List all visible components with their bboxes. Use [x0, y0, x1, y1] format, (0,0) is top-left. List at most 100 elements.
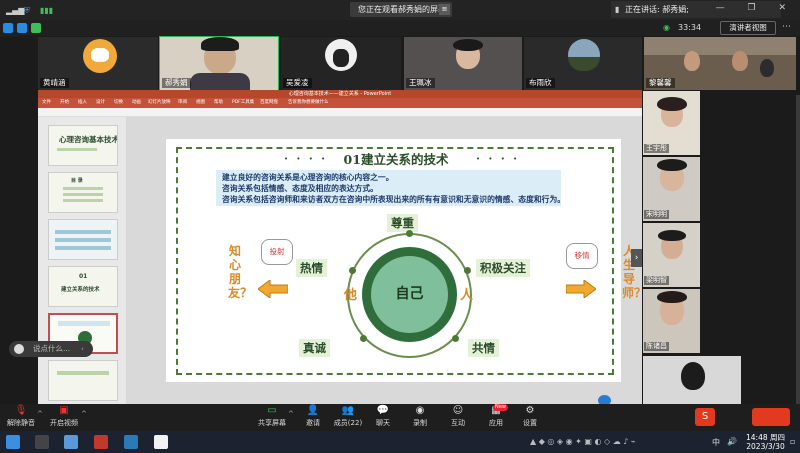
- participant-tile[interactable]: [643, 356, 741, 404]
- sogou-ime-icon[interactable]: S: [695, 408, 715, 426]
- info-box: 建立良好的咨询关系是心理咨询的核心内容之一。 咨询关系包括情感、态度及相应的表达…: [216, 170, 565, 206]
- ppt-title-bar: 心理咨询基本技术——建立关系 - PowerPoint: [38, 90, 642, 98]
- slide-thumbnail[interactable]: [48, 360, 118, 401]
- participant-tile[interactable]: 黎馨馨: [644, 37, 796, 90]
- ribbon-tab[interactable]: 视图: [196, 99, 205, 105]
- signal-icon[interactable]: [31, 23, 41, 33]
- room-wall: [644, 37, 796, 55]
- chevron-right-icon[interactable]: ›: [631, 249, 642, 267]
- ribbon-tab[interactable]: 百度网盘: [260, 99, 278, 105]
- thumb-line: [63, 199, 103, 202]
- participant-name: 梁明智: [644, 276, 669, 285]
- record-label: 录制: [413, 419, 427, 427]
- word-respect: 尊重: [387, 214, 418, 232]
- mic-icon: ▮: [615, 5, 620, 14]
- start-video-button[interactable]: ▣ 开启视频: [48, 405, 80, 428]
- window-controls[interactable]: — ❐ ✕: [716, 3, 796, 13]
- notification-icon[interactable]: ▫: [790, 437, 795, 446]
- avatar-figure: [333, 49, 349, 67]
- thumb-number: 01: [79, 273, 88, 280]
- apps-label: 应用: [489, 419, 503, 427]
- participant-tile[interactable]: 郝秀娟: [159, 36, 279, 91]
- bottom-toolbar: 🎙 解除静音 ^ ▣ 开启视频 ^ ▭ 共享屏幕 ^ 👤 邀请 👥 成员(22)…: [0, 404, 800, 431]
- menu-icon[interactable]: ≡: [439, 4, 450, 15]
- leave-button[interactable]: [752, 408, 790, 426]
- interact-label: 互动: [451, 419, 465, 427]
- shield-icon[interactable]: [17, 23, 27, 33]
- meeting-app-icon[interactable]: [124, 435, 138, 449]
- share-screen-button[interactable]: ▭ 共享屏幕: [257, 405, 287, 428]
- ribbon-tab[interactable]: 切换: [114, 99, 123, 105]
- ribbon-tab[interactable]: 文件: [42, 99, 51, 105]
- apps-button[interactable]: New ▦ 应用: [485, 404, 508, 428]
- photos-icon[interactable]: [154, 435, 168, 449]
- add-user-icon: 👤: [306, 405, 320, 416]
- unmute-button[interactable]: 🎙 解除静音: [6, 405, 36, 428]
- avatar-face: [91, 48, 109, 62]
- invite-button[interactable]: 👤 邀请: [302, 405, 324, 428]
- ribbon-tab[interactable]: PDF工具集: [232, 99, 254, 105]
- record-button[interactable]: ◉ 录制: [409, 405, 431, 428]
- participant-tile[interactable]: 王宇彤: [643, 91, 700, 155]
- participant-tile[interactable]: 布雨欣: [524, 37, 642, 90]
- word-empathy: 共情: [468, 339, 499, 357]
- participant-name: 宋明明: [644, 210, 669, 219]
- thumb-line: [57, 371, 109, 375]
- task-view-icon[interactable]: [64, 435, 78, 449]
- participant-tile[interactable]: 黄靖涵: [38, 37, 158, 90]
- info-icon[interactable]: [3, 23, 13, 33]
- ribbon-tab[interactable]: 动画: [132, 99, 141, 105]
- center-self: 自己: [371, 256, 448, 333]
- ribbon-tab[interactable]: 插入: [78, 99, 87, 105]
- chevron-up-icon[interactable]: ^: [288, 410, 294, 418]
- windows-start-icon[interactable]: [6, 435, 20, 449]
- powerpoint-icon[interactable]: [94, 435, 108, 449]
- speaker-view-label: 演讲者视图: [729, 23, 767, 32]
- search-icon[interactable]: [35, 435, 49, 449]
- more-icon[interactable]: ⋯: [782, 22, 791, 32]
- ribbon-tab[interactable]: 审阅: [178, 99, 187, 105]
- participant-tile[interactable]: 陈诸昌: [643, 289, 700, 353]
- chat-button[interactable]: 💬 聊天: [372, 405, 394, 428]
- participant-tile[interactable]: 王珮冰: [404, 37, 522, 90]
- node-dot: [452, 335, 459, 342]
- right-scrollbar[interactable]: [796, 95, 800, 425]
- settings-button[interactable]: ⚙ 设置: [519, 405, 541, 428]
- members-icon: 👥: [341, 405, 355, 416]
- participant-tile[interactable]: 吴爱凌: [281, 37, 401, 90]
- interact-button[interactable]: ☺ 互动: [447, 405, 469, 428]
- members-button[interactable]: 👥 成员(22): [333, 405, 363, 428]
- share-banner[interactable]: 您正在观看郝秀娟的屏幕 ≡: [350, 2, 452, 17]
- speaker-view-button[interactable]: 演讲者视图: [720, 21, 776, 35]
- volume-icon[interactable]: 🔊: [727, 437, 737, 446]
- ribbon-tab[interactable]: 开始: [60, 99, 69, 105]
- slide-thumbnail[interactable]: 01 建立关系的技术: [48, 266, 118, 307]
- tray-icons[interactable]: ▲ ◆ ◎ ◈ ◉ ✦ ▣ ◐ ◇ ☁ ♪ ⌁: [530, 437, 636, 446]
- network-icon: ▮▮▮: [40, 6, 54, 15]
- ribbon-tab[interactable]: 幻灯片放映: [148, 99, 171, 105]
- ribbon-search[interactable]: 告诉我你想要做什么: [288, 99, 329, 105]
- unmute-label: 解除静音: [7, 419, 35, 427]
- left-vertical-text: 知心朋友？: [228, 244, 253, 300]
- bubble-projection: 投射: [261, 239, 293, 265]
- share-banner-text: 您正在观看郝秀娟的屏幕: [358, 5, 446, 14]
- chevron-up-icon[interactable]: ^: [81, 410, 87, 418]
- word-warmth: 热情: [296, 259, 327, 277]
- participant-tile[interactable]: 宋明明: [643, 157, 700, 221]
- slide-thumbnail[interactable]: 目 录: [48, 172, 118, 213]
- participant-hair: [453, 39, 483, 51]
- slide-thumbnail[interactable]: [48, 219, 118, 260]
- thumb-line: [57, 148, 97, 151]
- ribbon-tab[interactable]: 设计: [96, 99, 105, 105]
- chevron-up-icon[interactable]: ^: [37, 410, 43, 418]
- chevron-left-icon[interactable]: ‹: [81, 345, 84, 353]
- clock[interactable]: 14:48 周四 2023/3/30: [746, 433, 785, 451]
- ribbon-tab[interactable]: 帮助: [214, 99, 223, 105]
- clock-date: 2023/3/30: [746, 442, 785, 451]
- ime-indicator[interactable]: 中: [712, 437, 720, 448]
- arrow-left-icon: [258, 280, 288, 298]
- participant-tile[interactable]: 梁明智: [643, 223, 700, 287]
- ppt-toolbar: [38, 108, 642, 117]
- info-line: 建立良好的咨询关系是心理咨询的核心内容之一。: [222, 173, 394, 182]
- slide-thumbnail[interactable]: 心理咨询基本技术: [48, 125, 118, 166]
